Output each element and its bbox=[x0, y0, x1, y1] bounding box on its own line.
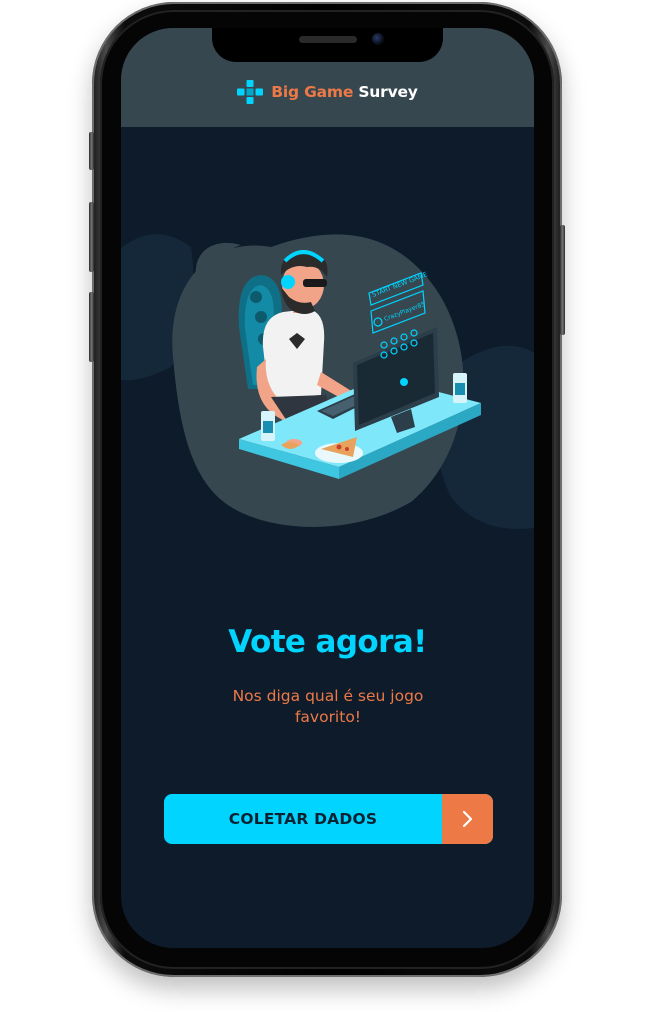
page-subtitle: Nos diga qual é seu jogo favorito! bbox=[232, 687, 424, 726]
gamer-at-desk-illustration: START NEW GAME CrazyPlayer85 bbox=[121, 234, 534, 529]
collect-data-label: COLETAR DADOS bbox=[228, 810, 378, 828]
speaker-grille bbox=[299, 36, 357, 43]
energy-can-left bbox=[261, 411, 275, 441]
phone-screen: Big Game Survey START NEW GAME CrazyPlay… bbox=[121, 28, 534, 948]
energy-can-right bbox=[453, 373, 467, 403]
brand-name-part2: Survey bbox=[358, 83, 418, 101]
brand-logo[interactable]: Big Game Survey bbox=[121, 80, 534, 104]
front-camera bbox=[372, 33, 384, 45]
brand-name-part1: Big Game bbox=[271, 83, 354, 101]
volume-up-button bbox=[89, 202, 94, 272]
power-button bbox=[560, 225, 565, 335]
silent-switch bbox=[89, 132, 94, 170]
volume-down-button bbox=[89, 292, 94, 362]
chevron-right-icon bbox=[442, 794, 493, 844]
collect-data-button[interactable]: COLETAR DADOS bbox=[164, 794, 493, 844]
gamepad-cross-icon bbox=[237, 80, 264, 104]
notch bbox=[212, 28, 443, 62]
page-title: Vote agora! bbox=[228, 624, 427, 660]
